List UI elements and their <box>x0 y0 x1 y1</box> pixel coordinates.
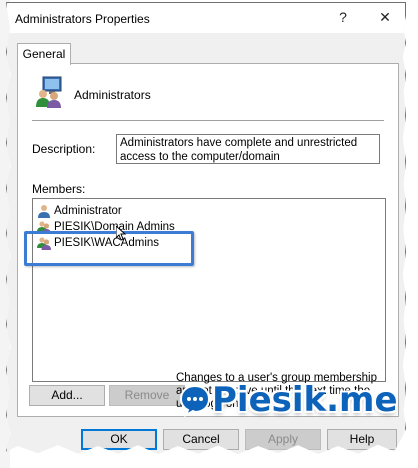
separator <box>32 120 384 121</box>
help-button[interactable]: Help <box>327 429 397 450</box>
ok-button[interactable]: OK <box>81 429 157 450</box>
watermark: Piesik.me <box>178 380 398 420</box>
window-title: Administrators Properties <box>15 12 150 26</box>
user-icon <box>38 205 50 218</box>
list-item[interactable]: Administrator <box>37 203 122 219</box>
remove-button[interactable]: Remove <box>109 385 185 406</box>
close-button[interactable]: ✕ <box>375 9 395 26</box>
group-name: Administrators <box>74 88 151 102</box>
add-button[interactable]: Add... <box>29 385 105 406</box>
members-list[interactable]: Administrator PIESIK\Domain Admins PIESI… <box>32 198 386 382</box>
apply-button[interactable]: Apply <box>245 429 321 450</box>
help-title-button[interactable]: ? <box>333 9 353 25</box>
description-field[interactable]: Administrators have complete and unrestr… <box>116 134 380 164</box>
chat-bubble-icon <box>179 384 211 417</box>
tab-general[interactable]: General <box>17 43 71 65</box>
watermark-text: Piesik.me <box>212 380 398 420</box>
group-icon <box>32 74 68 110</box>
members-label: Members: <box>32 182 86 196</box>
description-label: Description: <box>32 142 96 156</box>
highlight-box <box>24 231 194 266</box>
member-name: Administrator <box>54 205 122 217</box>
title-bar: Administrators Properties ? ✕ <box>7 3 405 33</box>
cancel-button[interactable]: Cancel <box>163 429 239 450</box>
mouse-cursor-icon <box>116 226 126 241</box>
